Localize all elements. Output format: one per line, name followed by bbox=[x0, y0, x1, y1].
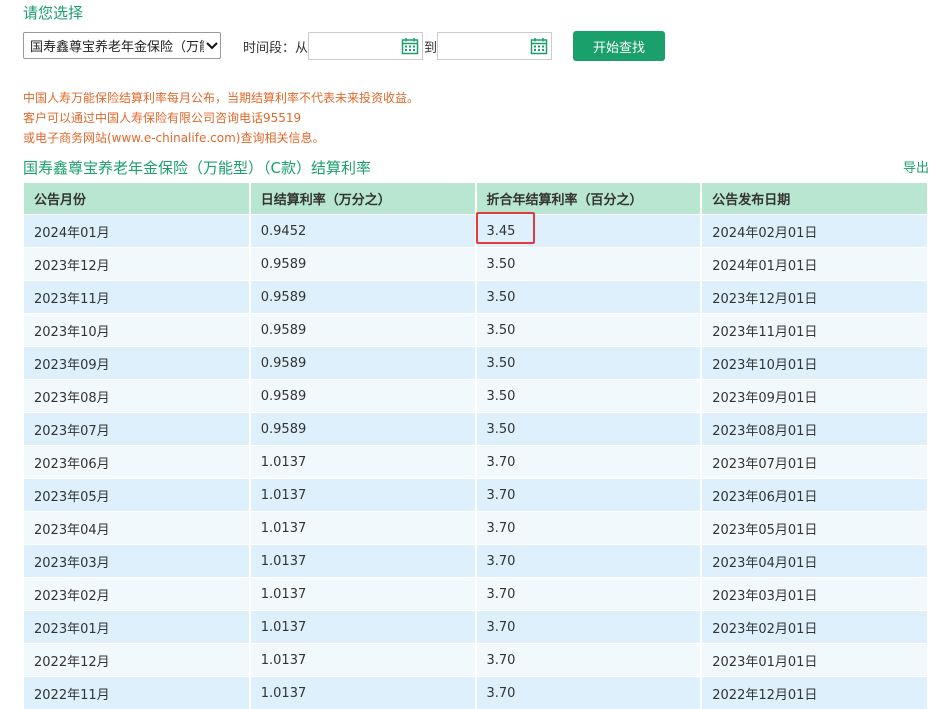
export-link[interactable]: 导出 bbox=[903, 157, 929, 176]
table-cell: 2023年03月 bbox=[24, 545, 250, 578]
table-cell: 0.9589 bbox=[250, 314, 476, 347]
table-cell: 2022年12月 bbox=[24, 644, 250, 677]
product-select-value: 国寿鑫尊宝养老年金保险（万能型） bbox=[30, 36, 204, 55]
table-cell: 1.0137 bbox=[250, 677, 476, 709]
table-cell: 2023年05月01日 bbox=[701, 512, 927, 545]
table-cell: 1.0137 bbox=[250, 611, 476, 644]
table-row: 2023年11月0.95893.502023年12月01日 bbox=[24, 281, 927, 314]
table-row: 2023年10月0.95893.502023年11月01日 bbox=[24, 314, 927, 347]
table-cell: 1.0137 bbox=[250, 545, 476, 578]
table-cell: 3.70 bbox=[476, 611, 702, 644]
table-row: 2023年09月0.95893.502023年10月01日 bbox=[24, 347, 927, 380]
table-row: 2023年01月1.01373.702023年02月01日 bbox=[24, 611, 927, 644]
calendar-icon[interactable] bbox=[401, 37, 419, 55]
table-cell: 3.45 bbox=[476, 215, 702, 248]
notice-line: 客户可以通过中国人寿保险有限公司咨询电话95519 bbox=[23, 108, 419, 128]
table-header-row: 公告月份 日结算利率（万分之） 折合年结算利率（百分之） 公告发布日期 bbox=[24, 183, 927, 215]
table-cell: 0.9589 bbox=[250, 380, 476, 413]
table-cell: 2023年06月 bbox=[24, 446, 250, 479]
table-cell: 3.70 bbox=[476, 677, 702, 709]
table-cell: 2023年03月01日 bbox=[701, 578, 927, 611]
table-cell: 2023年11月 bbox=[24, 281, 250, 314]
table-cell: 2023年12月 bbox=[24, 248, 250, 281]
calendar-icon[interactable] bbox=[530, 37, 548, 55]
table-cell: 0.9589 bbox=[250, 413, 476, 446]
table-cell: 1.0137 bbox=[250, 578, 476, 611]
table-cell: 1.0137 bbox=[250, 479, 476, 512]
column-header: 日结算利率（万分之） bbox=[250, 183, 476, 215]
table-cell: 2023年05月 bbox=[24, 479, 250, 512]
table-cell: 3.70 bbox=[476, 446, 702, 479]
start-search-button[interactable]: 开始查找 bbox=[573, 31, 665, 61]
table-cell: 2024年01月 bbox=[24, 215, 250, 248]
table-title: 国寿鑫尊宝养老年金保险（万能型）（C款）结算利率 bbox=[23, 157, 371, 178]
table-cell: 3.50 bbox=[476, 347, 702, 380]
table-cell: 3.70 bbox=[476, 578, 702, 611]
table-cell: 3.70 bbox=[476, 479, 702, 512]
table-row: 2023年02月1.01373.702023年03月01日 bbox=[24, 578, 927, 611]
table-cell: 3.70 bbox=[476, 545, 702, 578]
table-row: 2024年01月0.94523.452024年02月01日 bbox=[24, 215, 927, 248]
table-cell: 1.0137 bbox=[250, 644, 476, 677]
table-row: 2023年03月1.01373.702023年04月01日 bbox=[24, 545, 927, 578]
table-cell: 0.9589 bbox=[250, 347, 476, 380]
table-cell: 2023年08月 bbox=[24, 380, 250, 413]
table-row: 2023年06月1.01373.702023年07月01日 bbox=[24, 446, 927, 479]
table-row: 2023年12月0.95893.502024年01月01日 bbox=[24, 248, 927, 281]
table-cell: 3.50 bbox=[476, 248, 702, 281]
table-cell: 2023年10月 bbox=[24, 314, 250, 347]
table-cell: 2023年08月01日 bbox=[701, 413, 927, 446]
table-cell: 0.9589 bbox=[250, 281, 476, 314]
notice-line: 中国人寿万能保险结算利率每月公布，当期结算利率不代表未来投资收益。 bbox=[23, 88, 419, 108]
table-cell: 2023年07月01日 bbox=[701, 446, 927, 479]
table-cell: 2023年01月01日 bbox=[701, 644, 927, 677]
table-row: 2023年08月0.95893.502023年09月01日 bbox=[24, 380, 927, 413]
table-cell: 2023年07月 bbox=[24, 413, 250, 446]
table-cell: 2023年06月01日 bbox=[701, 479, 927, 512]
table-cell: 3.50 bbox=[476, 314, 702, 347]
table-cell: 2023年12月01日 bbox=[701, 281, 927, 314]
table-cell: 2023年09月 bbox=[24, 347, 250, 380]
table-cell: 2024年02月01日 bbox=[701, 215, 927, 248]
table-row: 2022年11月1.01373.702022年12月01日 bbox=[24, 677, 927, 709]
table-cell: 1.0137 bbox=[250, 446, 476, 479]
column-header: 公告发布日期 bbox=[701, 183, 927, 215]
table-cell: 2022年12月01日 bbox=[701, 677, 927, 709]
table-cell: 1.0137 bbox=[250, 512, 476, 545]
chevron-down-icon bbox=[204, 42, 220, 50]
settlement-rate-table: 公告月份 日结算利率（万分之） 折合年结算利率（百分之） 公告发布日期 2024… bbox=[24, 183, 927, 709]
column-header: 折合年结算利率（百分之） bbox=[476, 183, 702, 215]
column-header: 公告月份 bbox=[24, 183, 250, 215]
table-cell: 3.50 bbox=[476, 413, 702, 446]
table-cell: 2023年09月01日 bbox=[701, 380, 927, 413]
table-cell: 3.50 bbox=[476, 380, 702, 413]
table-cell: 3.70 bbox=[476, 512, 702, 545]
table-cell: 2023年04月 bbox=[24, 512, 250, 545]
time-range-label: 时间段：从 bbox=[243, 37, 308, 56]
product-select[interactable]: 国寿鑫尊宝养老年金保险（万能型） bbox=[23, 32, 221, 59]
table-cell: 2022年11月 bbox=[24, 677, 250, 709]
table-cell: 3.70 bbox=[476, 644, 702, 677]
table-cell: 2023年02月 bbox=[24, 578, 250, 611]
notice-line: 或电子商务网站(www.e-chinalife.com)查询相关信息。 bbox=[23, 128, 419, 148]
table-cell: 2023年01月 bbox=[24, 611, 250, 644]
to-label: 到 bbox=[424, 37, 437, 56]
table-row: 2022年12月1.01373.702023年01月01日 bbox=[24, 644, 927, 677]
table-cell: 0.9452 bbox=[250, 215, 476, 248]
select-prompt-label: 请您选择 bbox=[23, 2, 83, 23]
table-cell: 2023年02月01日 bbox=[701, 611, 927, 644]
table-row: 2023年05月1.01373.702023年06月01日 bbox=[24, 479, 927, 512]
table-row: 2023年04月1.01373.702023年05月01日 bbox=[24, 512, 927, 545]
table-cell: 2023年11月01日 bbox=[701, 314, 927, 347]
table-row: 2023年07月0.95893.502023年08月01日 bbox=[24, 413, 927, 446]
table-cell: 3.50 bbox=[476, 281, 702, 314]
table-cell: 2023年10月01日 bbox=[701, 347, 927, 380]
table-cell: 2023年04月01日 bbox=[701, 545, 927, 578]
table-cell: 0.9589 bbox=[250, 248, 476, 281]
notice-text: 中国人寿万能保险结算利率每月公布，当期结算利率不代表未来投资收益。 客户可以通过… bbox=[23, 88, 419, 148]
table-cell: 2024年01月01日 bbox=[701, 248, 927, 281]
